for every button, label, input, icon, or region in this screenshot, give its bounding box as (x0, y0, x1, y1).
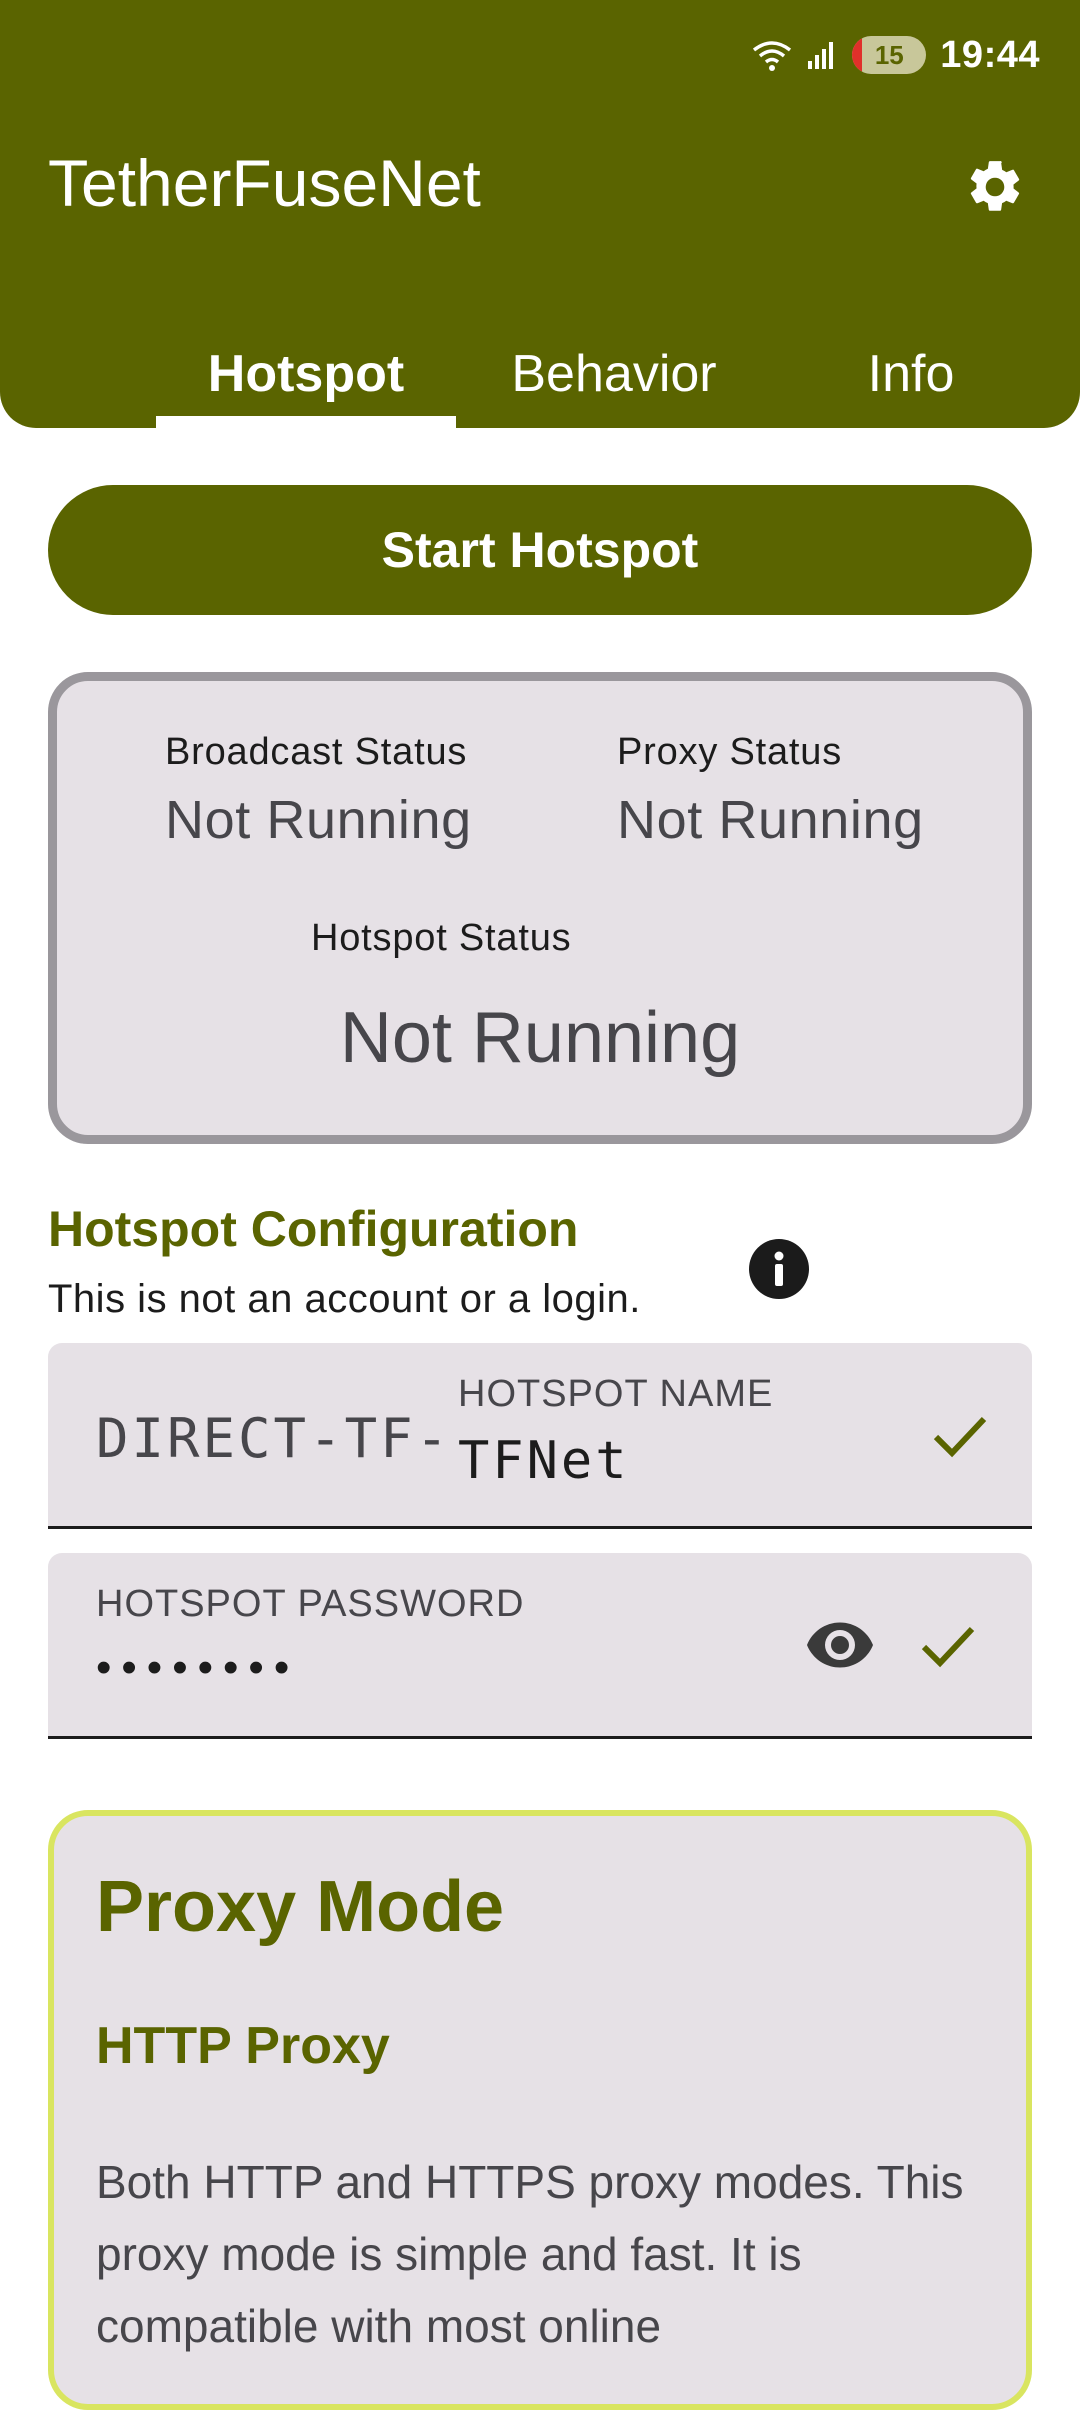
tab-behavior[interactable]: Behavior (456, 320, 772, 428)
broadcast-status-value: Not Running (165, 790, 472, 850)
hotspot-name-input[interactable]: TFNet (458, 1431, 630, 1491)
info-icon[interactable] (748, 1238, 810, 1300)
hotspot-name-field[interactable]: DIRECT-TF- HOTSPOT NAME TFNet (48, 1343, 1032, 1529)
proxy-status-label: Proxy Status (617, 731, 843, 773)
proxy-status-value: Not Running (617, 790, 924, 850)
proxy-mode-name: HTTP Proxy (96, 2017, 390, 2075)
hotspot-password-field[interactable]: HOTSPOT PASSWORD •••••••• (48, 1553, 1032, 1739)
hotspot-name-label: HOTSPOT NAME (458, 1373, 774, 1415)
battery-indicator: 15 (852, 36, 927, 74)
hotspot-password-label: HOTSPOT PASSWORD (96, 1583, 525, 1625)
tab-hotspot[interactable]: Hotspot (156, 320, 456, 428)
broadcast-status-label: Broadcast Status (165, 731, 468, 773)
hotspot-name-prefix: DIRECT-TF- (96, 1407, 452, 1470)
hotspot-password-input[interactable]: •••••••• (96, 1643, 299, 1693)
signal-icon (806, 39, 838, 71)
status-icons: 15 19:44 (752, 30, 1040, 80)
hotspot-status-label: Hotspot Status (311, 917, 572, 959)
hotspot-configuration-title: Hotspot Configuration (48, 1201, 579, 1257)
battery-level: 15 (874, 39, 904, 70)
confirm-password-check-icon[interactable] (918, 1615, 978, 1675)
start-hotspot-button[interactable]: Start Hotspot (48, 485, 1032, 615)
app-title: TetherFuseNet (48, 146, 481, 220)
hotspot-configuration-subtitle: This is not an account or a login. (48, 1277, 641, 1321)
tab-indicator (156, 416, 456, 428)
proxy-mode-title: Proxy Mode (96, 1867, 505, 1947)
proxy-mode-card[interactable]: Proxy Mode HTTP Proxy Both HTTP and HTTP… (48, 1810, 1032, 2410)
gear-icon[interactable] (964, 156, 1026, 218)
proxy-mode-description: Both HTTP and HTTPS proxy modes. This pr… (96, 2156, 964, 2352)
status-bar: 15 19:44 (0, 0, 1080, 110)
hotspot-status-value: Not Running (339, 998, 741, 1078)
status-card: Broadcast Status Not Running Proxy Statu… (48, 672, 1032, 1144)
app-bar: 15 19:44 TetherFuseNet Hotspot Behavior … (0, 0, 1080, 428)
clock: 19:44 (940, 33, 1040, 76)
tab-bar: Hotspot Behavior Info (156, 320, 1080, 428)
confirm-name-check-icon[interactable] (930, 1405, 990, 1465)
tab-info[interactable]: Info (772, 320, 1050, 428)
wifi-icon (752, 38, 792, 72)
eye-icon[interactable] (804, 1609, 876, 1681)
